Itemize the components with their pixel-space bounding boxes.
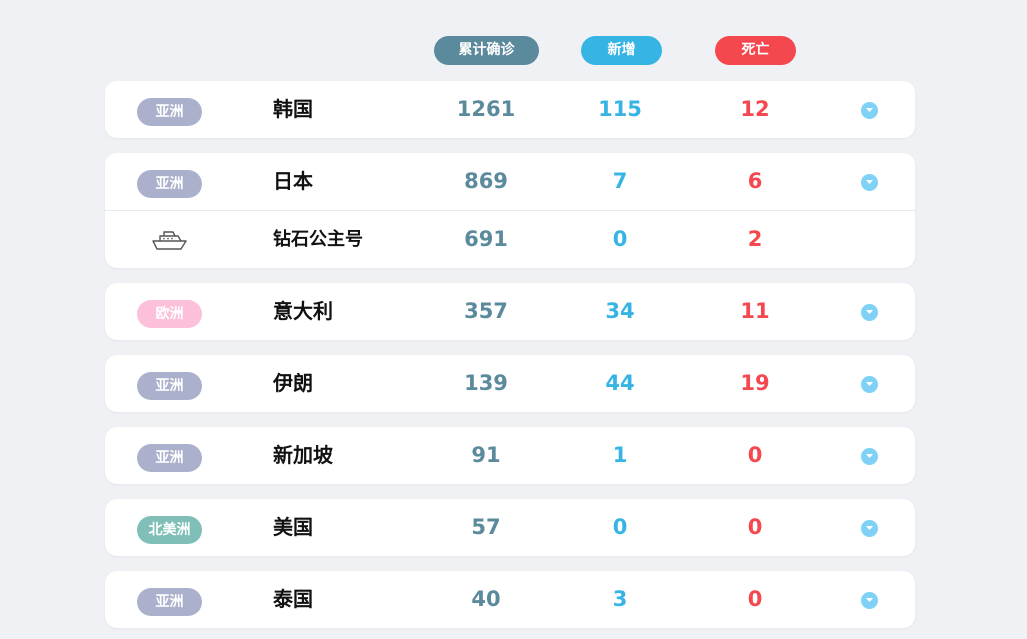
epidemic-table: 累计确诊 新增 死亡 亚洲 韩国 1261 115 12 亚洲 日本 869 7… [0, 0, 1027, 639]
chevron-down-icon[interactable] [861, 102, 878, 119]
country-name: 美国 [273, 515, 313, 539]
total-confirmed: 91 [471, 443, 501, 467]
country-name: 日本 [273, 169, 313, 193]
deaths: 12 [740, 97, 770, 121]
deaths: 6 [747, 169, 763, 193]
table-row[interactable]: 亚洲 新加坡 91 1 0 [105, 427, 915, 484]
chevron-down-icon[interactable] [861, 520, 878, 537]
table-row[interactable]: 亚洲 泰国 40 3 0 [105, 571, 915, 628]
country-card[interactable]: 亚洲 泰国 40 3 0 [105, 571, 915, 628]
deaths: 0 [747, 443, 763, 467]
country-card[interactable]: 亚洲 日本 869 7 6 钻石公主号 691 0 2 [105, 153, 915, 268]
country-name: 伊朗 [273, 371, 313, 395]
region-tag: 亚洲 [137, 98, 202, 126]
ship-icon [150, 227, 190, 257]
country-card[interactable]: 亚洲 新加坡 91 1 0 [105, 427, 915, 484]
new-cases: 0 [612, 515, 628, 539]
region-tag: 欧洲 [137, 300, 202, 328]
new-cases: 7 [612, 169, 628, 193]
new-cases: 44 [605, 371, 635, 395]
table-row[interactable]: 欧洲 意大利 357 34 11 [105, 283, 915, 340]
total-confirmed: 57 [471, 515, 501, 539]
new-cases: 115 [598, 97, 642, 121]
total-confirmed: 691 [464, 227, 508, 251]
country-card[interactable]: 亚洲 韩国 1261 115 12 [105, 81, 915, 138]
deaths: 0 [747, 587, 763, 611]
table-row[interactable]: 亚洲 日本 869 7 6 [105, 153, 915, 210]
region-tag: 亚洲 [137, 372, 202, 400]
header-total-confirmed: 累计确诊 [434, 36, 539, 65]
chevron-down-icon[interactable] [861, 376, 878, 393]
region-tag: 亚洲 [137, 170, 202, 198]
deaths: 0 [747, 515, 763, 539]
country-name: 新加坡 [273, 443, 333, 467]
deaths: 19 [740, 371, 770, 395]
table-row[interactable]: 北美洲 美国 57 0 0 [105, 499, 915, 556]
table-row[interactable]: 亚洲 伊朗 139 44 19 [105, 355, 915, 412]
new-cases: 1 [612, 443, 628, 467]
ship-name: 钻石公主号 [273, 229, 363, 250]
country-card[interactable]: 亚洲 伊朗 139 44 19 [105, 355, 915, 412]
total-confirmed: 40 [471, 587, 501, 611]
total-confirmed: 139 [464, 371, 508, 395]
new-cases: 34 [605, 299, 635, 323]
country-card[interactable]: 北美洲 美国 57 0 0 [105, 499, 915, 556]
header-deaths: 死亡 [715, 36, 796, 65]
new-cases: 3 [612, 587, 628, 611]
table-row[interactable]: 亚洲 韩国 1261 115 12 [105, 81, 915, 138]
deaths: 2 [747, 227, 763, 251]
chevron-down-icon[interactable] [861, 304, 878, 321]
header-new-cases: 新增 [581, 36, 662, 65]
chevron-down-icon[interactable] [861, 174, 878, 191]
sub-row: 钻石公主号 691 0 2 [105, 210, 915, 268]
new-cases: 0 [612, 227, 628, 251]
region-tag: 北美洲 [137, 516, 202, 544]
total-confirmed: 357 [464, 299, 508, 323]
total-confirmed: 1261 [456, 97, 516, 121]
country-name: 意大利 [273, 299, 333, 323]
country-name: 韩国 [273, 97, 313, 121]
column-headers: 累计确诊 新增 死亡 [0, 36, 1027, 65]
chevron-down-icon[interactable] [861, 592, 878, 609]
total-confirmed: 869 [464, 169, 508, 193]
chevron-down-icon[interactable] [861, 448, 878, 465]
region-tag: 亚洲 [137, 588, 202, 616]
deaths: 11 [740, 299, 770, 323]
region-tag: 亚洲 [137, 444, 202, 472]
country-name: 泰国 [273, 587, 313, 611]
country-card[interactable]: 欧洲 意大利 357 34 11 [105, 283, 915, 340]
